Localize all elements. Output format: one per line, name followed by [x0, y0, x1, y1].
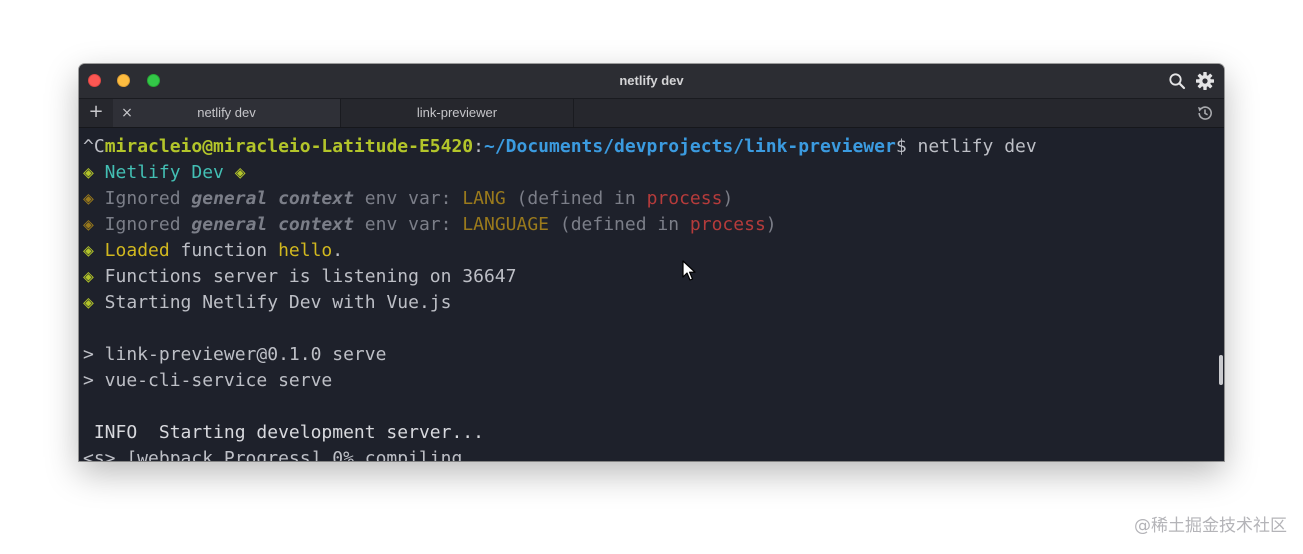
terminal-output[interactable]: ^Cmiracleio@miracleio-Latitude-E5420:~/D… — [79, 128, 1224, 461]
tab-label: netlify dev — [197, 105, 256, 120]
functions-server-text: Functions server is listening on 36647 — [93, 266, 517, 287]
diamond-icon: ◈ — [83, 162, 94, 183]
output-line-progress: <s> [webpack.Progress] 0% compiling — [83, 448, 463, 461]
output-line-loaded: ◈ Loaded function hello. — [83, 238, 343, 264]
diamond-icon: ◈ — [83, 240, 94, 261]
tab-label: link-previewer — [416, 105, 498, 120]
title-bar: netlify dev — [79, 64, 1224, 99]
process-text: process — [646, 188, 723, 209]
scrollbar-thumb[interactable] — [1219, 355, 1223, 385]
output-line-ignored-lang: ◈ Ignored general context env var: LANG … — [83, 186, 733, 212]
general-context-text: general context — [191, 188, 354, 209]
loaded-text: Loaded — [93, 240, 170, 261]
output-line-serve-1: > link-previewer@0.1.0 serve — [83, 344, 387, 365]
user-host: miracleio@miracleio-Latitude-E5420 — [104, 136, 474, 157]
diamond-icon: ◈ — [234, 162, 246, 183]
function-name: hello — [278, 240, 333, 261]
diamond-icon: ◈ — [83, 266, 94, 287]
working-directory: ~/Documents/devprojects/link-previewer — [484, 136, 896, 157]
netlify-dev-text: Netlify Dev — [93, 162, 235, 183]
general-context-text: general context — [191, 214, 354, 235]
mouse-cursor-icon — [682, 260, 696, 281]
ignored-text: Ignored — [93, 188, 192, 209]
close-paren: ) — [765, 214, 777, 235]
window-title: netlify dev — [619, 73, 684, 88]
defined-in-text: (defined in — [549, 214, 690, 235]
command-text: netlify dev — [906, 136, 1037, 157]
watermark: @稀土掘金技术社区 — [1134, 516, 1287, 536]
search-icon[interactable] — [1168, 72, 1186, 90]
close-paren: ) — [722, 188, 734, 209]
output-line-functions-server: ◈ Functions server is listening on 36647 — [83, 264, 516, 290]
ctrl-c: ^C — [83, 136, 105, 157]
history-icon[interactable] — [1196, 104, 1214, 122]
defined-in-text: (defined in — [505, 188, 647, 209]
tab-netlify-dev[interactable]: netlify dev — [113, 99, 341, 127]
prompt-separator: : — [473, 136, 484, 157]
period-text: . — [332, 240, 344, 261]
new-tab-button[interactable]: + — [85, 99, 107, 127]
gear-icon[interactable] — [1195, 71, 1215, 91]
diamond-icon: ◈ — [83, 214, 94, 235]
env-var-name: LANG — [462, 188, 506, 209]
prompt-line: ^Cmiracleio@miracleio-Latitude-E5420:~/D… — [83, 134, 1037, 160]
process-text: process — [689, 214, 766, 235]
prompt-dollar: $ — [895, 136, 907, 157]
env-var-text: env var: — [353, 214, 463, 235]
ignored-text: Ignored — [93, 214, 192, 235]
env-var-text: env var: — [353, 188, 463, 209]
env-var-name: LANGUAGE — [462, 214, 550, 235]
output-line-serve-2: > vue-cli-service serve — [83, 370, 333, 391]
output-line-ignored-language: ◈ Ignored general context env var: LANGU… — [83, 212, 777, 238]
diamond-icon: ◈ — [83, 188, 94, 209]
output-line-netlify-dev: ◈ Netlify Dev ◈ — [83, 160, 246, 186]
terminal-window: netlify dev + netlify dev × link-preview… — [79, 64, 1224, 461]
function-text: function — [169, 240, 279, 261]
close-tab-button[interactable]: × — [119, 99, 135, 127]
diamond-icon: ◈ — [83, 292, 94, 313]
output-line-info: INFO Starting development server... — [83, 422, 484, 443]
starting-text: Starting Netlify Dev with Vue.js — [93, 292, 452, 313]
tab-link-previewer[interactable]: link-previewer — [341, 99, 574, 127]
tab-bar: + netlify dev × link-previewer — [79, 99, 1224, 128]
output-line-starting: ◈ Starting Netlify Dev with Vue.js — [83, 290, 451, 316]
